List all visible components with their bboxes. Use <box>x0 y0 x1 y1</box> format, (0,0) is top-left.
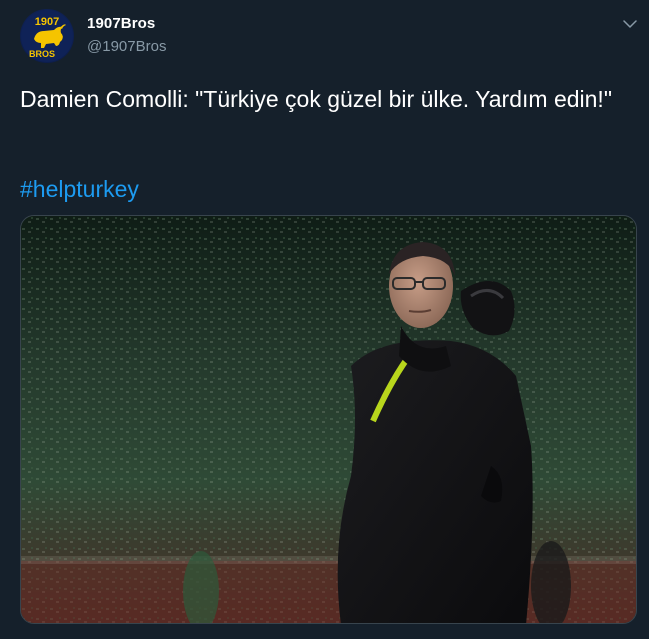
hashtag-link[interactable]: #helpturkey <box>20 173 139 205</box>
chevron-down-icon <box>623 20 637 28</box>
avatar-bottom-text: BROS <box>29 49 55 59</box>
tweet-card: 1907 BROS 1907Bros @1907Bros Damien Como… <box>0 0 649 639</box>
photo-icon <box>21 216 636 623</box>
avatar-logo-icon: 1907 BROS <box>21 10 73 62</box>
avatar[interactable]: 1907 BROS <box>20 9 74 63</box>
avatar-top-text: 1907 <box>35 16 59 28</box>
more-options-button[interactable] <box>618 12 642 36</box>
tweet-text: Damien Comolli: "Türkiye çok güzel bir ü… <box>20 86 612 112</box>
tweet-photo[interactable] <box>20 215 637 624</box>
user-handle[interactable]: @1907Bros <box>87 38 166 55</box>
display-name[interactable]: 1907Bros <box>87 15 155 32</box>
